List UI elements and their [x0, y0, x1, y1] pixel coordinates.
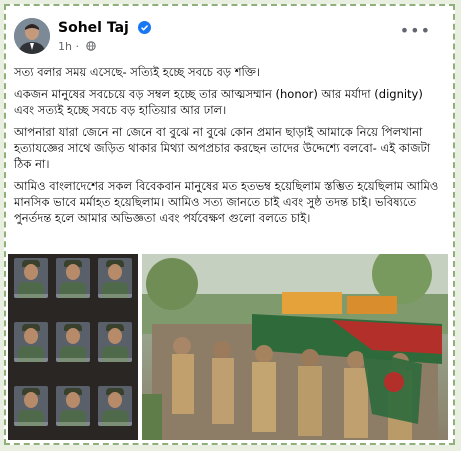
- post-photos[interactable]: [6, 251, 451, 443]
- author-name-text[interactable]: Sohel Taj: [58, 20, 129, 36]
- more-options-button[interactable]: •••: [400, 23, 431, 39]
- facebook-post: Sohel Taj 1h · ••• সত্য বলার সময় এসেছে-…: [6, 6, 451, 443]
- post-paragraph: সত্য বলার সময় এসেছে- সত্যিই হচ্ছে সবচে …: [14, 65, 261, 79]
- funeral-procession-image[interactable]: [142, 254, 448, 440]
- verified-badge-icon: [137, 21, 151, 34]
- globe-icon: [86, 41, 97, 51]
- post-meta: 1h ·: [58, 40, 97, 53]
- post-header: Sohel Taj 1h · •••: [14, 16, 439, 60]
- post-paragraph: একজন মানুষের সবচেয়ে বড় সম্বল হচ্ছে তার…: [14, 87, 423, 117]
- post-text: সত্য বলার সময় এসেছে- সত্যিই হচ্ছে সবচে …: [14, 64, 444, 232]
- avatar[interactable]: [14, 18, 50, 54]
- post-paragraph: আপনারা যারা জেনে না জেনে বা বুঝে না বুঝে…: [14, 125, 431, 171]
- author-name[interactable]: Sohel Taj: [58, 20, 151, 36]
- post-time[interactable]: 1h: [58, 40, 72, 53]
- post-paragraph: আমিও বাংলাদেশের সকল বিবেকবান মানুষের মত …: [14, 179, 439, 225]
- officers-portrait-grid-image[interactable]: [8, 254, 138, 440]
